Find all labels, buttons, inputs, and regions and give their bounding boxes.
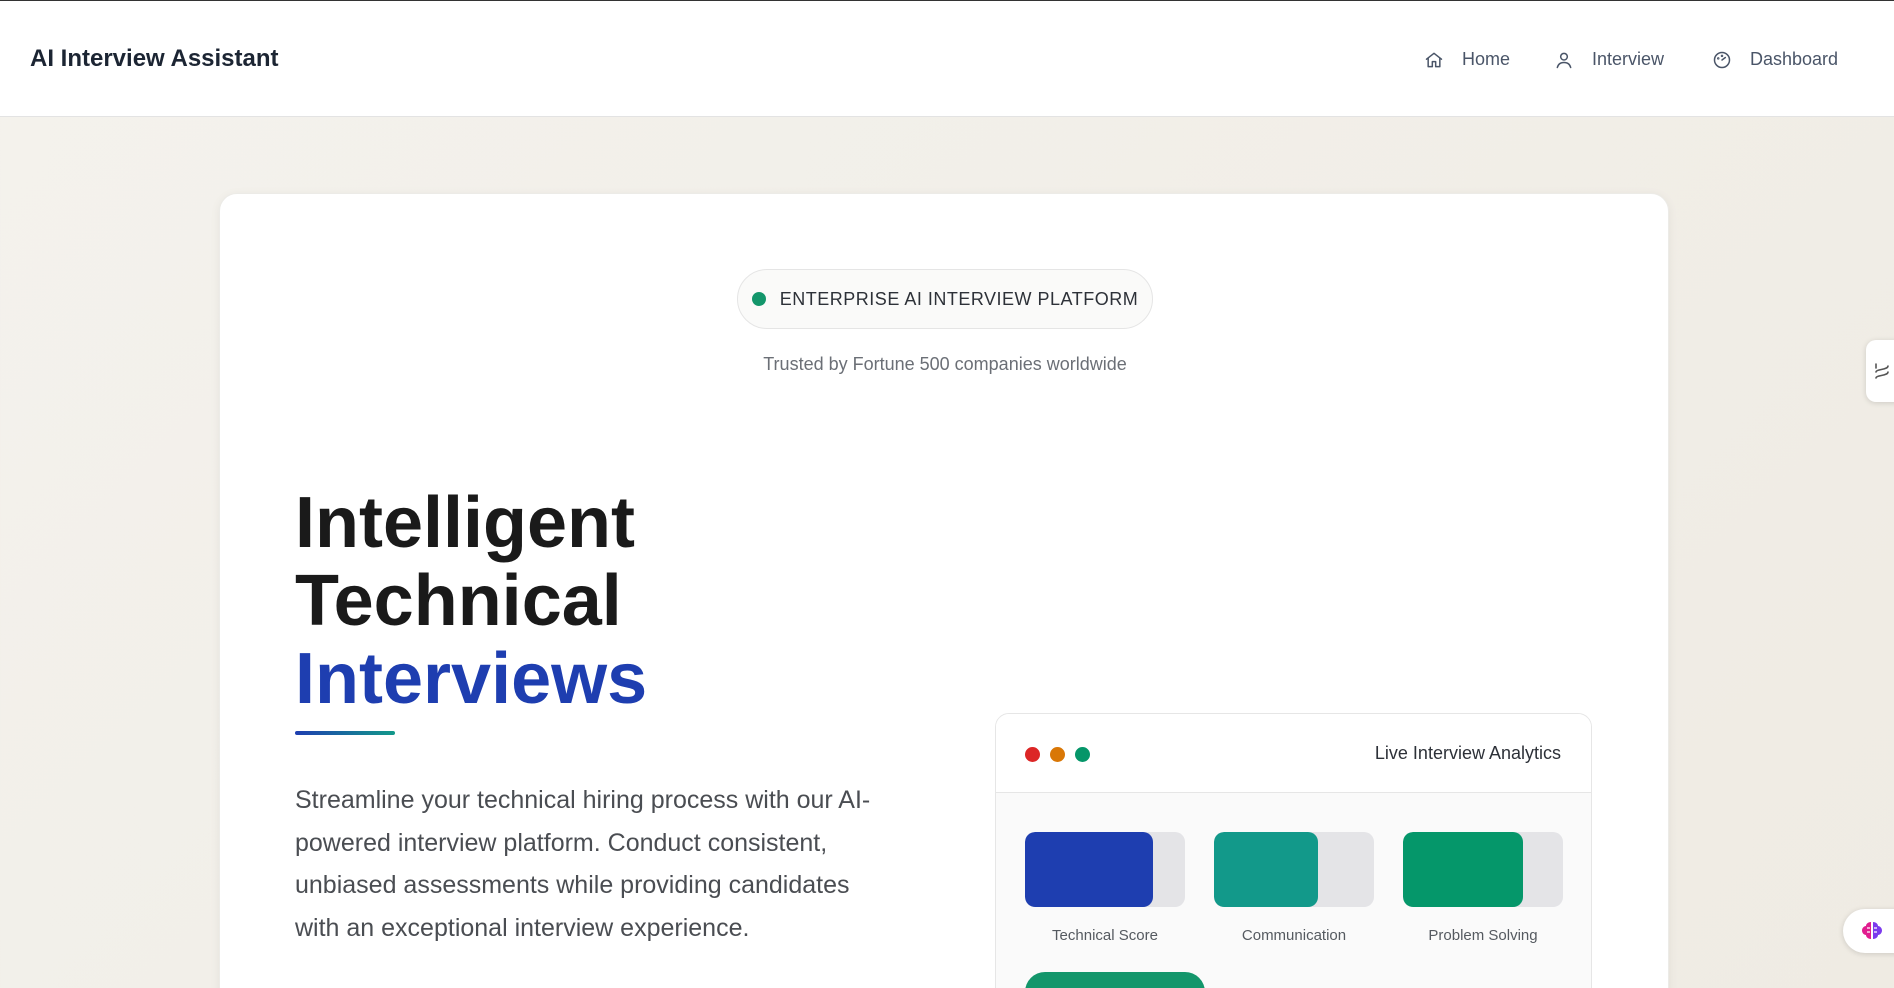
metric-track (1403, 832, 1563, 907)
analytics-header: Live Interview Analytics (996, 714, 1591, 793)
window-minimize-dot-icon (1050, 747, 1065, 762)
platform-badge-label: ENTERPRISE AI INTERVIEW PLATFORM (779, 288, 1139, 309)
hero-description: Streamline your technical hiring process… (295, 786, 871, 942)
brand-title[interactable]: AI Interview Assistant (30, 45, 279, 73)
platform-badge: ENTERPRISE AI INTERVIEW PLATFORM (737, 269, 1153, 329)
metric-label: Problem Solving (1428, 927, 1538, 944)
title-underline (295, 731, 395, 735)
metric-fill (1403, 832, 1523, 907)
user-icon (1556, 52, 1572, 68)
metric-label: Technical Score (1052, 927, 1158, 944)
side-panel-toggle[interactable] (1866, 340, 1894, 402)
trusted-text: Trusted by Fortune 500 companies worldwi… (763, 354, 1127, 374)
nav-dashboard-label: Dashboard (1750, 49, 1839, 69)
route-icon (1875, 363, 1889, 379)
metric-problem-solving: Problem Solving (1403, 832, 1563, 944)
metric-label: Communication (1241, 927, 1347, 944)
metric-track (1025, 832, 1185, 907)
gauge-icon (1713, 51, 1731, 68)
nav-dashboard[interactable]: Dashboard (1712, 49, 1872, 70)
hero-title: Intelligent Technical Interviews (295, 484, 647, 718)
nav-interview-label: Interview (1592, 49, 1665, 69)
metric-technical-score: Technical Score (1025, 832, 1185, 944)
analytics-action-pill[interactable] (1025, 972, 1205, 988)
window-maximize-dot-icon (1075, 747, 1090, 762)
metric-track (1214, 832, 1374, 907)
nav-home-label: Home (1462, 49, 1511, 69)
analytics-panel: Live Interview Analytics Technical Score… (995, 713, 1592, 988)
home-icon (1425, 52, 1443, 67)
brain-icon (1862, 922, 1882, 939)
hero-title-accent: Interviews (295, 639, 648, 719)
analytics-title: Live Interview Analytics (1374, 743, 1561, 763)
nav-interview[interactable]: Interview (1554, 49, 1714, 70)
metric-fill (1025, 832, 1153, 907)
status-dot-icon (751, 292, 766, 306)
metric-fill (1214, 832, 1318, 907)
hero-title-line2: Technical (295, 561, 622, 641)
assistant-float-button[interactable] (1843, 909, 1894, 953)
metric-communication: Communication (1214, 832, 1374, 944)
hero-title-line1: Intelligent (295, 483, 635, 563)
hero-card: ENTERPRISE AI INTERVIEW PLATFORM Trusted… (219, 193, 1669, 988)
top-navbar: AI Interview Assistant Home Interview Da… (0, 1, 1894, 117)
window-close-dot-icon (1025, 747, 1040, 762)
